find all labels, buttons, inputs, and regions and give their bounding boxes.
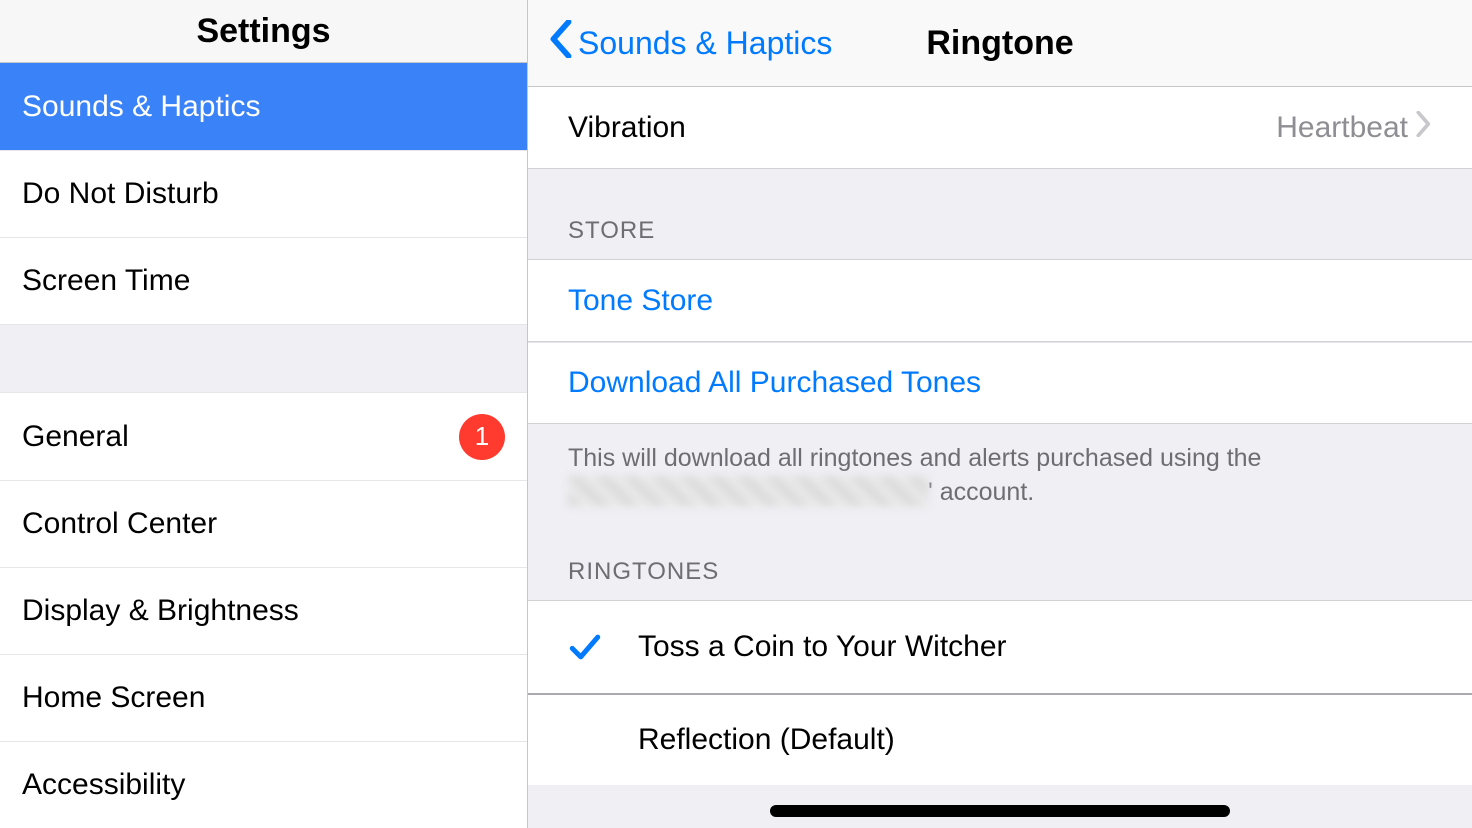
footnote-prefix: This will download all ringtones and ale… [568, 444, 1261, 472]
ringtones-list: Toss a Coin to Your Witcher Reflection (… [528, 600, 1472, 785]
page-title: Ringtone [926, 24, 1073, 63]
sidebar-title: Settings [196, 12, 330, 51]
tone-store-row[interactable]: Tone Store [528, 260, 1472, 342]
back-label: Sounds & Haptics [578, 25, 832, 62]
detail-pane: Sounds & Haptics Ringtone Vibration Hear… [528, 0, 1472, 828]
sidebar-item-label: Do Not Disturb [22, 177, 219, 211]
sidebar-item-home-screen[interactable]: Home Screen [0, 654, 527, 741]
ringtone-row[interactable]: Toss a Coin to Your Witcher [528, 601, 1472, 693]
sidebar-item-control-center[interactable]: Control Center [0, 480, 527, 567]
vibration-value-text: Heartbeat [1276, 111, 1408, 145]
row-label: Vibration [568, 111, 686, 145]
sidebar-item-do-not-disturb[interactable]: Do Not Disturb [0, 150, 527, 237]
sidebar-item-label: Sounds & Haptics [22, 90, 260, 124]
ringtone-row[interactable]: Reflection (Default) [528, 693, 1472, 785]
row-value: Heartbeat [1276, 111, 1432, 145]
row-label: Download All Purchased Tones [568, 366, 981, 400]
store-section-header: STORE [528, 217, 1472, 259]
content-scroll[interactable]: Vibration Heartbeat STORE Tone Store Dow… [528, 87, 1472, 828]
sidebar-item-screen-time[interactable]: Screen Time [0, 237, 527, 324]
sidebar-item-label: Display & Brightness [22, 594, 299, 628]
sidebar-item-general[interactable]: General 1 [0, 393, 527, 480]
vibration-row[interactable]: Vibration Heartbeat [528, 87, 1472, 169]
sidebar-item-sounds-haptics[interactable]: Sounds & Haptics [0, 63, 527, 150]
chevron-right-icon [1416, 111, 1432, 145]
notification-badge: 1 [459, 414, 505, 460]
sidebar-item-label: Accessibility [22, 768, 185, 802]
sidebar-item-label: General [22, 420, 129, 454]
back-button[interactable]: Sounds & Haptics [528, 20, 832, 66]
checkmark-icon [568, 630, 638, 664]
store-footnote: This will download all ringtones and ale… [528, 424, 1472, 510]
ringtones-section-header: RINGTONES [528, 558, 1472, 600]
sidebar-list: Sounds & Haptics Do Not Disturb Screen T… [0, 63, 527, 828]
store-list: Tone Store Download All Purchased Tones [528, 259, 1472, 424]
redacted-account [568, 476, 928, 506]
sidebar-item-label: Control Center [22, 507, 217, 541]
ringtone-label: Reflection (Default) [638, 723, 895, 757]
nav-bar: Sounds & Haptics Ringtone [528, 0, 1472, 87]
sidebar-item-display-brightness[interactable]: Display & Brightness [0, 567, 527, 654]
download-all-row[interactable]: Download All Purchased Tones [528, 342, 1472, 424]
footnote-suffix: ' account. [928, 478, 1034, 506]
sidebar-section-gap [0, 324, 527, 393]
sidebar-item-accessibility[interactable]: Accessibility [0, 741, 527, 828]
chevron-left-icon [548, 20, 574, 66]
ringtone-label: Toss a Coin to Your Witcher [638, 630, 1007, 664]
home-indicator[interactable] [770, 805, 1230, 817]
sidebar-item-label: Home Screen [22, 681, 205, 715]
sidebar-header: Settings [0, 0, 527, 63]
row-label: Tone Store [568, 284, 713, 318]
settings-sidebar: Settings Sounds & Haptics Do Not Disturb… [0, 0, 528, 828]
sidebar-item-label: Screen Time [22, 264, 190, 298]
